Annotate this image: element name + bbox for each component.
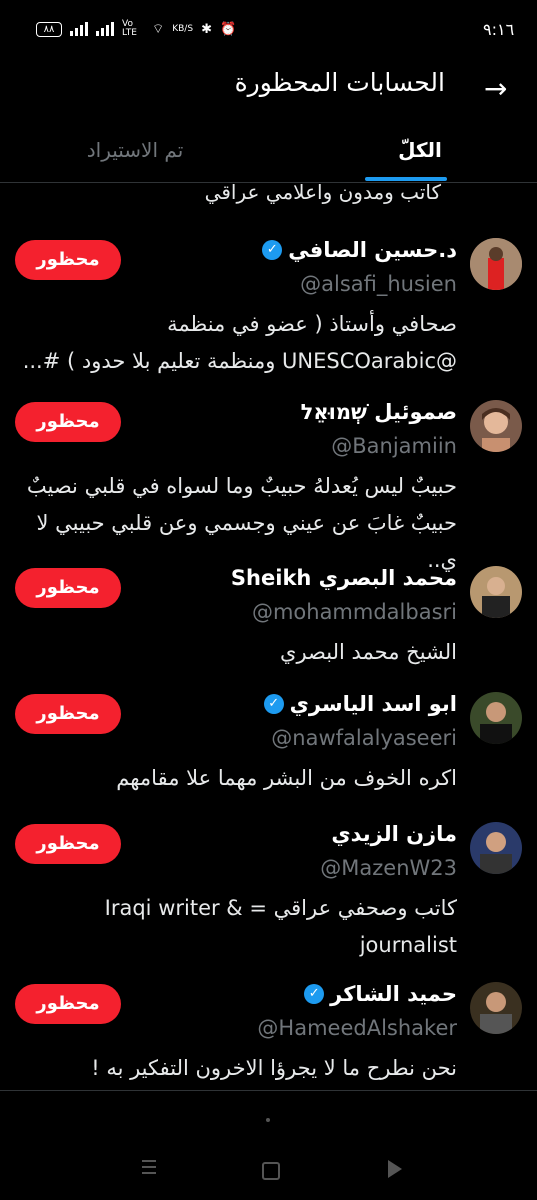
status-bar: ٨٨ Vo LTE ⌔ KB/S ✱ ⏰ ٩:١٦ [0, 0, 537, 60]
net-speed: KB/S [172, 23, 194, 34]
account-name: ابو اسد الياسري ✓ [263, 692, 457, 716]
partial-bio: كاتب ومدون واعلامي عراقي [204, 180, 441, 204]
account-name: مازن الزيدي [331, 822, 457, 846]
account-name: صموئيل שְׁמוּאֵל [300, 400, 457, 424]
avatar[interactable] [470, 238, 522, 290]
account-bio: صحافي وأستاذ ( عضو في منظمة @UNESCOarabi… [22, 312, 457, 373]
blocked-button[interactable]: محظور [15, 824, 121, 864]
divider [0, 1090, 537, 1091]
account-name-text: حميد الشاكر [330, 982, 457, 1006]
signal-icon [70, 22, 88, 36]
back-arrow-icon[interactable]: → [484, 72, 507, 105]
account-bio: نحن نطرح ما لا يجرؤا الاخرون التفكير به … [91, 1056, 457, 1080]
account-bio: اكره الخوف من البشر مهما علا مقامهم [116, 766, 457, 790]
avatar[interactable] [470, 982, 522, 1034]
blocked-button[interactable]: محظور [15, 402, 121, 442]
scroll-indicator [266, 1118, 270, 1122]
clock: ٩:١٦ [483, 20, 515, 39]
recents-icon[interactable] [142, 1160, 156, 1178]
system-nav-bar [0, 1130, 537, 1200]
account-name: حميد الشاكر ✓ [304, 982, 457, 1006]
blocked-button[interactable]: محظور [15, 694, 121, 734]
alarm-icon: ⏰ [219, 21, 237, 37]
account-handle: @MazenW23 [320, 856, 457, 880]
account-bio: الشيخ محمد البصري [280, 640, 457, 664]
tab-bar: الكلّ تم الاستيراد [0, 120, 537, 183]
account-handle: @mohammdalbasri [251, 600, 457, 624]
lte-label: Vo LTE [122, 19, 137, 38]
account-handle: @alsafi_husien [300, 272, 457, 296]
tab-all[interactable]: الكلّ [365, 138, 475, 162]
top-bar: الحسابات المحظورة → [0, 60, 537, 112]
status-icons: ٨٨ Vo LTE ⌔ KB/S ✱ ⏰ [36, 20, 236, 38]
account-bio: كاتب وصحفي عراقي = Iraqi writer & journa… [104, 896, 457, 957]
account-name: د.حسين الصافي ✓ [262, 238, 457, 262]
tab-imported[interactable]: تم الاستيراد [60, 138, 210, 162]
signal-icon-2 [96, 22, 114, 36]
account-name: محمد البصري Sheikh [230, 566, 457, 590]
wifi-icon: ⌔ [152, 22, 165, 37]
avatar[interactable] [470, 822, 522, 874]
avatar[interactable] [470, 566, 522, 618]
verified-badge-icon: ✓ [262, 240, 283, 260]
back-icon[interactable] [388, 1160, 402, 1178]
account-handle: @nawfalalyaseeri [271, 726, 457, 750]
home-icon[interactable] [262, 1162, 280, 1180]
account-name-text: د.حسين الصافي [288, 238, 457, 262]
avatar[interactable] [470, 400, 522, 452]
blocked-button[interactable]: محظور [15, 568, 121, 608]
account-name-text: ابو اسد الياسري [289, 692, 457, 716]
verified-badge-icon: ✓ [304, 984, 325, 1004]
battery-icon: ٨٨ [36, 21, 62, 37]
account-handle: @Banjamiin [331, 434, 457, 458]
blocked-button[interactable]: محظور [15, 240, 121, 280]
account-bio: حبيبٌ ليس يُعدلهُ حبيبٌ وما لسواه في قلب… [26, 474, 457, 572]
verified-badge-icon: ✓ [263, 694, 284, 714]
bluetooth-icon: ✱ [201, 21, 212, 37]
avatar[interactable] [470, 692, 522, 744]
blocked-button[interactable]: محظور [15, 984, 121, 1024]
page-title: الحسابات المحظورة [234, 68, 445, 97]
account-handle: @HameedAlshaker [257, 1016, 457, 1040]
